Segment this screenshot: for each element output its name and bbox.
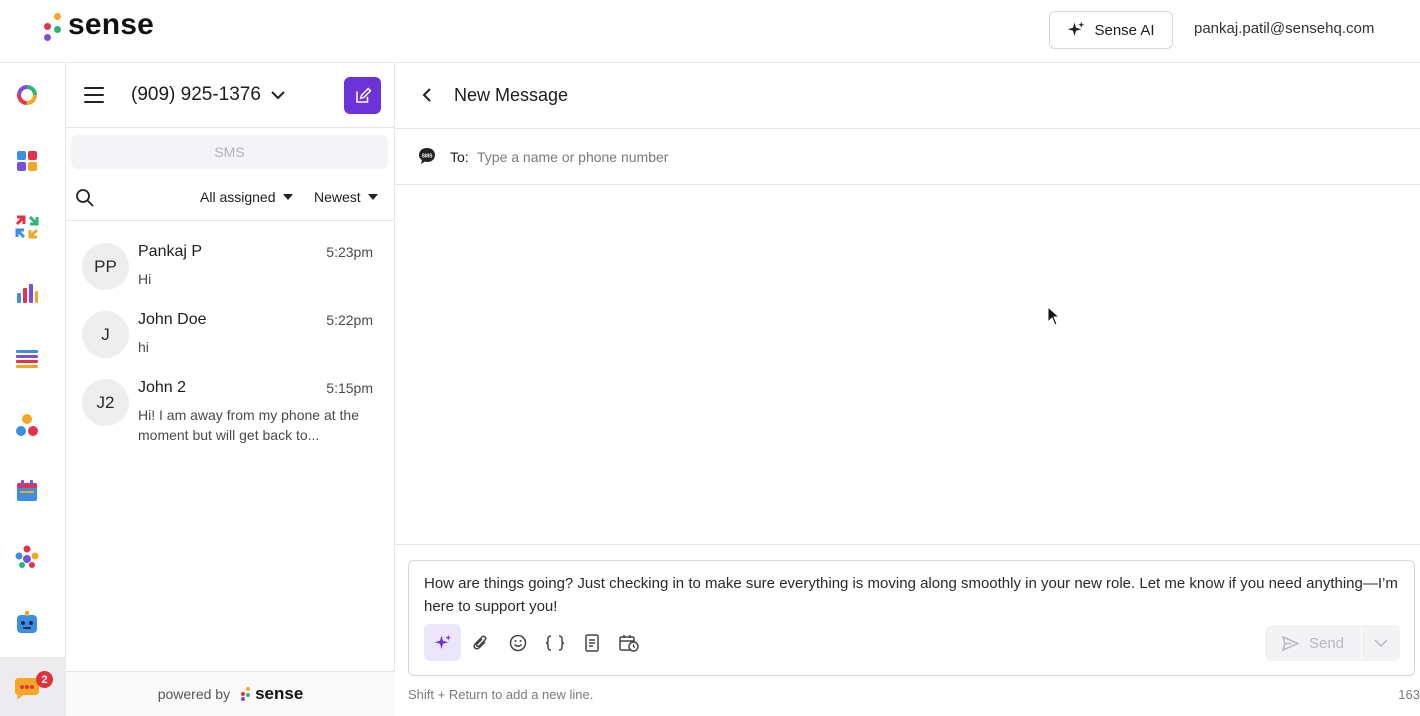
send-label: Send bbox=[1308, 634, 1345, 652]
sort-filter-label: Newest bbox=[314, 189, 361, 205]
sort-filter[interactable]: Newest bbox=[314, 189, 378, 205]
sense-logo-mark bbox=[240, 686, 251, 702]
tab-sms[interactable]: SMS bbox=[71, 135, 388, 169]
sense-ai-button[interactable]: Sense AI bbox=[1049, 11, 1173, 49]
powered-by-footer: powered by sense bbox=[66, 671, 395, 716]
message-time: 5:15pm bbox=[326, 380, 373, 396]
compose-button[interactable] bbox=[344, 77, 381, 114]
sms-icon: SMS bbox=[419, 148, 435, 164]
curly-braces-icon bbox=[545, 634, 564, 651]
sense-ai-label: Sense AI bbox=[1094, 21, 1155, 39]
top-header: sense Sense AI pankaj.patil@sensehq.com bbox=[0, 0, 1420, 63]
sense-logo-mark bbox=[40, 11, 64, 45]
conversation-panel: (909) 925-1376 SMS All assigned Newest P… bbox=[66, 63, 395, 716]
send-button-group: Send bbox=[1265, 625, 1400, 661]
caret-down-icon bbox=[282, 194, 293, 200]
team-icon[interactable] bbox=[13, 543, 41, 571]
send-options-button[interactable] bbox=[1362, 625, 1400, 661]
assigned-filter[interactable]: All assigned bbox=[200, 189, 293, 205]
message-preview: Hi bbox=[138, 271, 152, 287]
conversation-item[interactable]: J2 John 2 5:15pm Hi! I am away from my p… bbox=[66, 379, 395, 449]
compose-panel: New Message SMS To: How are things going… bbox=[395, 63, 1420, 716]
chevron-down-icon bbox=[1374, 638, 1388, 647]
contact-name: John Doe bbox=[138, 311, 207, 328]
overview-icon[interactable] bbox=[13, 81, 41, 109]
search-icon[interactable] bbox=[75, 188, 95, 208]
contact-name: Pankaj P bbox=[138, 243, 203, 260]
template-button[interactable] bbox=[573, 624, 610, 661]
calendar-icon[interactable] bbox=[13, 477, 41, 505]
edit-icon bbox=[355, 86, 372, 103]
to-label: To: bbox=[450, 149, 469, 165]
send-button[interactable]: Send bbox=[1265, 625, 1362, 661]
svg-text:SMS: SMS bbox=[422, 154, 434, 160]
analytics-icon[interactable] bbox=[13, 279, 41, 307]
user-email[interactable]: pankaj.patil@sensehq.com bbox=[1194, 20, 1374, 37]
phone-number-selector[interactable]: (909) 925-1376 bbox=[131, 84, 285, 106]
conversation-item[interactable]: J John Doe 5:22pm hi bbox=[66, 311, 395, 377]
attach-button[interactable] bbox=[462, 624, 499, 661]
messages-badge: 2 bbox=[36, 671, 53, 688]
avatar: J bbox=[82, 311, 129, 358]
conversation-filters: All assigned Newest bbox=[66, 177, 395, 221]
ai-assist-button[interactable] bbox=[424, 624, 461, 661]
lists-icon[interactable] bbox=[13, 345, 41, 373]
sparkle-icon bbox=[434, 634, 451, 649]
character-count: 163 bbox=[1398, 687, 1420, 702]
schedule-button[interactable] bbox=[610, 624, 647, 661]
calendar-clock-icon bbox=[618, 634, 639, 652]
caret-down-icon bbox=[367, 194, 378, 200]
conversation-item[interactable]: PP Pankaj P 5:23pm Hi bbox=[66, 243, 395, 309]
assigned-filter-label: All assigned bbox=[200, 189, 276, 205]
integrations-icon[interactable] bbox=[13, 213, 41, 241]
message-time: 5:23pm bbox=[326, 244, 373, 260]
sparkle-icon bbox=[1068, 21, 1085, 36]
dashboard-icon[interactable] bbox=[13, 147, 41, 175]
powered-by-text: powered by bbox=[157, 686, 231, 702]
bot-icon[interactable] bbox=[13, 609, 41, 637]
people-icon[interactable] bbox=[13, 411, 41, 439]
powered-by-brand: sense bbox=[255, 684, 304, 703]
menu-icon[interactable] bbox=[84, 87, 104, 103]
composer-area: How are things going? Just checking in t… bbox=[395, 544, 1420, 716]
document-icon bbox=[584, 633, 599, 652]
brand-name: sense bbox=[68, 8, 155, 41]
contact-name: John 2 bbox=[138, 379, 187, 396]
mouse-cursor-icon bbox=[1047, 306, 1061, 326]
newline-hint: Shift + Return to add a new line. bbox=[408, 687, 594, 702]
page-title: New Message bbox=[454, 85, 569, 105]
chevron-down-icon bbox=[271, 90, 285, 99]
emoji-button[interactable] bbox=[499, 624, 536, 661]
conversation-panel-header: (909) 925-1376 bbox=[66, 63, 395, 128]
chevron-left-icon[interactable] bbox=[421, 86, 433, 104]
message-preview: hi bbox=[138, 339, 149, 355]
powered-by-logo: sense bbox=[240, 684, 303, 704]
message-preview: Hi! I am away from my phone at the momen… bbox=[138, 407, 359, 443]
sense-logo[interactable]: sense bbox=[40, 8, 155, 45]
message-composer[interactable]: How are things going? Just checking in t… bbox=[408, 560, 1415, 676]
message-textarea[interactable]: How are things going? Just checking in t… bbox=[424, 572, 1399, 618]
message-time: 5:22pm bbox=[326, 312, 373, 328]
recipient-input[interactable] bbox=[477, 141, 977, 173]
paperclip-icon bbox=[472, 635, 486, 650]
send-icon bbox=[1281, 635, 1299, 651]
avatar: J2 bbox=[82, 379, 129, 426]
variables-button[interactable] bbox=[536, 624, 573, 661]
recipient-row: SMS To: bbox=[395, 129, 1420, 185]
phone-number: (909) 925-1376 bbox=[131, 84, 261, 105]
avatar: PP bbox=[82, 243, 129, 290]
smiley-icon bbox=[509, 634, 526, 651]
compose-header: New Message bbox=[395, 63, 1420, 129]
app-rail: 2 bbox=[0, 63, 66, 716]
